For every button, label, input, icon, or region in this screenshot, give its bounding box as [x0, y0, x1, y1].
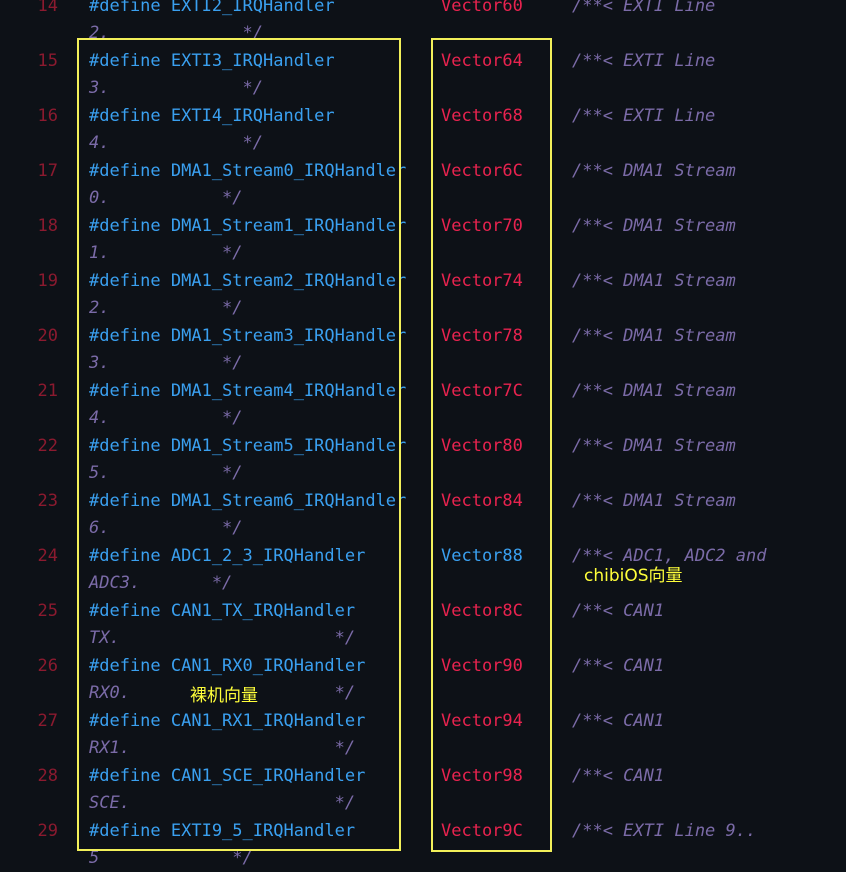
doc-comment: /**< DMA1 Stream: [572, 271, 736, 291]
line-number: 14: [37, 0, 58, 16]
line-number: 21: [37, 381, 58, 401]
doc-comment: /**< EXTI Line 9..: [572, 821, 757, 841]
doc-comment: /**< CAN1: [572, 711, 665, 731]
doc-comment: /**< EXTI Line: [572, 51, 716, 71]
doc-comment: /**< DMA1 Stream: [572, 216, 736, 236]
line-number: 23: [37, 491, 58, 511]
doc-comment: /**< DMA1 Stream: [572, 436, 736, 456]
line-number: 24: [37, 546, 58, 566]
line-number: 17: [37, 161, 58, 181]
doc-comment: /**< CAN1: [572, 766, 665, 786]
line-number: 19: [37, 271, 58, 291]
baremetal-vector-label: 裸机向量: [190, 686, 258, 706]
define-statement[interactable]: #define EXTI2_IRQHandler: [89, 0, 335, 20]
line-number: 18: [37, 216, 58, 236]
doc-comment: /**< CAN1: [572, 601, 665, 621]
line-number: 27: [37, 711, 58, 731]
line-number: 22: [37, 436, 58, 456]
vector-name[interactable]: Vector60: [441, 0, 523, 20]
doc-comment: /**< DMA1 Stream: [572, 381, 736, 401]
baremetal-highlight-box: [77, 38, 401, 851]
line-number: 15: [37, 51, 58, 71]
line-number: 25: [37, 601, 58, 621]
doc-comment: /**< EXTI Line: [572, 106, 716, 126]
line-number: 28: [37, 766, 58, 786]
chibios-highlight-box: [431, 38, 552, 852]
doc-comment: /**< DMA1 Stream: [572, 491, 736, 511]
doc-comment: /**< CAN1: [572, 656, 665, 676]
doc-comment: /**< EXTI Line: [572, 0, 716, 16]
chibios-vector-label: chibiOS向量: [584, 566, 683, 586]
line-number: 29: [37, 821, 58, 841]
line-number: 20: [37, 326, 58, 346]
doc-comment: /**< DMA1 Stream: [572, 161, 736, 181]
line-number: 26: [37, 656, 58, 676]
line-number: 16: [37, 106, 58, 126]
doc-comment: /**< DMA1 Stream: [572, 326, 736, 346]
